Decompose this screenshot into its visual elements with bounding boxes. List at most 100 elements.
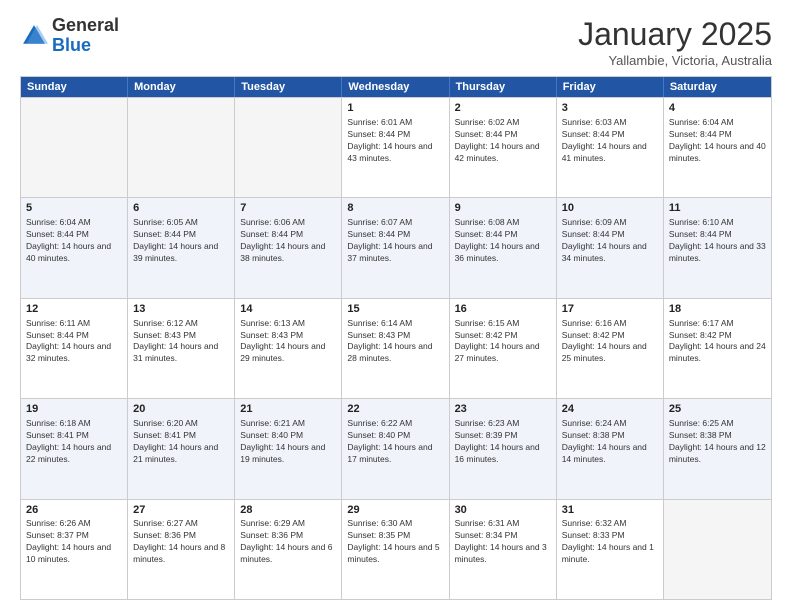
calendar-cell: 16Sunrise: 6:15 AMSunset: 8:42 PMDayligh… bbox=[450, 299, 557, 398]
cell-details: Sunrise: 6:14 AMSunset: 8:43 PMDaylight:… bbox=[347, 318, 443, 366]
calendar-row: 12Sunrise: 6:11 AMSunset: 8:44 PMDayligh… bbox=[21, 298, 771, 398]
cell-details: Sunrise: 6:04 AMSunset: 8:44 PMDaylight:… bbox=[26, 217, 122, 265]
calendar-cell: 23Sunrise: 6:23 AMSunset: 8:39 PMDayligh… bbox=[450, 399, 557, 498]
day-number: 24 bbox=[562, 402, 658, 417]
day-number: 8 bbox=[347, 201, 443, 216]
day-number: 31 bbox=[562, 503, 658, 518]
cell-details: Sunrise: 6:13 AMSunset: 8:43 PMDaylight:… bbox=[240, 318, 336, 366]
calendar-cell: 5Sunrise: 6:04 AMSunset: 8:44 PMDaylight… bbox=[21, 198, 128, 297]
day-number: 26 bbox=[26, 503, 122, 518]
weekday-header: Sunday bbox=[21, 77, 128, 97]
day-number: 13 bbox=[133, 302, 229, 317]
location-subtitle: Yallambie, Victoria, Australia bbox=[578, 53, 772, 68]
calendar-cell bbox=[235, 98, 342, 197]
calendar-cell: 17Sunrise: 6:16 AMSunset: 8:42 PMDayligh… bbox=[557, 299, 664, 398]
day-number: 14 bbox=[240, 302, 336, 317]
day-number: 6 bbox=[133, 201, 229, 216]
day-number: 19 bbox=[26, 402, 122, 417]
calendar-body: 1Sunrise: 6:01 AMSunset: 8:44 PMDaylight… bbox=[21, 97, 771, 599]
calendar-cell: 3Sunrise: 6:03 AMSunset: 8:44 PMDaylight… bbox=[557, 98, 664, 197]
day-number: 21 bbox=[240, 402, 336, 417]
cell-details: Sunrise: 6:30 AMSunset: 8:35 PMDaylight:… bbox=[347, 518, 443, 566]
day-number: 11 bbox=[669, 201, 766, 216]
day-number: 15 bbox=[347, 302, 443, 317]
day-number: 18 bbox=[669, 302, 766, 317]
weekday-header: Tuesday bbox=[235, 77, 342, 97]
calendar-row: 5Sunrise: 6:04 AMSunset: 8:44 PMDaylight… bbox=[21, 197, 771, 297]
calendar-cell: 26Sunrise: 6:26 AMSunset: 8:37 PMDayligh… bbox=[21, 500, 128, 599]
calendar: SundayMondayTuesdayWednesdayThursdayFrid… bbox=[20, 76, 772, 600]
logo: General Blue bbox=[20, 16, 119, 56]
calendar-cell: 20Sunrise: 6:20 AMSunset: 8:41 PMDayligh… bbox=[128, 399, 235, 498]
calendar-cell: 25Sunrise: 6:25 AMSunset: 8:38 PMDayligh… bbox=[664, 399, 771, 498]
logo-general: General bbox=[52, 15, 119, 35]
calendar-cell: 30Sunrise: 6:31 AMSunset: 8:34 PMDayligh… bbox=[450, 500, 557, 599]
day-number: 22 bbox=[347, 402, 443, 417]
weekday-header: Thursday bbox=[450, 77, 557, 97]
day-number: 10 bbox=[562, 201, 658, 216]
logo-icon bbox=[20, 22, 48, 50]
day-number: 27 bbox=[133, 503, 229, 518]
cell-details: Sunrise: 6:12 AMSunset: 8:43 PMDaylight:… bbox=[133, 318, 229, 366]
title-block: January 2025 Yallambie, Victoria, Austra… bbox=[578, 16, 772, 68]
calendar-cell: 10Sunrise: 6:09 AMSunset: 8:44 PMDayligh… bbox=[557, 198, 664, 297]
day-number: 23 bbox=[455, 402, 551, 417]
day-number: 2 bbox=[455, 101, 551, 116]
cell-details: Sunrise: 6:03 AMSunset: 8:44 PMDaylight:… bbox=[562, 117, 658, 165]
logo-blue: Blue bbox=[52, 35, 91, 55]
header: General Blue January 2025 Yallambie, Vic… bbox=[20, 16, 772, 68]
day-number: 5 bbox=[26, 201, 122, 216]
day-number: 29 bbox=[347, 503, 443, 518]
cell-details: Sunrise: 6:25 AMSunset: 8:38 PMDaylight:… bbox=[669, 418, 766, 466]
calendar-cell: 21Sunrise: 6:21 AMSunset: 8:40 PMDayligh… bbox=[235, 399, 342, 498]
day-number: 3 bbox=[562, 101, 658, 116]
cell-details: Sunrise: 6:31 AMSunset: 8:34 PMDaylight:… bbox=[455, 518, 551, 566]
cell-details: Sunrise: 6:24 AMSunset: 8:38 PMDaylight:… bbox=[562, 418, 658, 466]
day-number: 28 bbox=[240, 503, 336, 518]
day-number: 16 bbox=[455, 302, 551, 317]
cell-details: Sunrise: 6:05 AMSunset: 8:44 PMDaylight:… bbox=[133, 217, 229, 265]
cell-details: Sunrise: 6:09 AMSunset: 8:44 PMDaylight:… bbox=[562, 217, 658, 265]
cell-details: Sunrise: 6:08 AMSunset: 8:44 PMDaylight:… bbox=[455, 217, 551, 265]
cell-details: Sunrise: 6:10 AMSunset: 8:44 PMDaylight:… bbox=[669, 217, 766, 265]
calendar-cell: 28Sunrise: 6:29 AMSunset: 8:36 PMDayligh… bbox=[235, 500, 342, 599]
calendar-cell: 9Sunrise: 6:08 AMSunset: 8:44 PMDaylight… bbox=[450, 198, 557, 297]
calendar-cell bbox=[664, 500, 771, 599]
day-number: 1 bbox=[347, 101, 443, 116]
calendar-cell: 15Sunrise: 6:14 AMSunset: 8:43 PMDayligh… bbox=[342, 299, 449, 398]
calendar-cell: 7Sunrise: 6:06 AMSunset: 8:44 PMDaylight… bbox=[235, 198, 342, 297]
calendar-cell: 27Sunrise: 6:27 AMSunset: 8:36 PMDayligh… bbox=[128, 500, 235, 599]
day-number: 20 bbox=[133, 402, 229, 417]
calendar-cell: 31Sunrise: 6:32 AMSunset: 8:33 PMDayligh… bbox=[557, 500, 664, 599]
cell-details: Sunrise: 6:02 AMSunset: 8:44 PMDaylight:… bbox=[455, 117, 551, 165]
cell-details: Sunrise: 6:23 AMSunset: 8:39 PMDaylight:… bbox=[455, 418, 551, 466]
calendar-cell: 29Sunrise: 6:30 AMSunset: 8:35 PMDayligh… bbox=[342, 500, 449, 599]
cell-details: Sunrise: 6:07 AMSunset: 8:44 PMDaylight:… bbox=[347, 217, 443, 265]
month-title: January 2025 bbox=[578, 16, 772, 53]
cell-details: Sunrise: 6:01 AMSunset: 8:44 PMDaylight:… bbox=[347, 117, 443, 165]
cell-details: Sunrise: 6:11 AMSunset: 8:44 PMDaylight:… bbox=[26, 318, 122, 366]
cell-details: Sunrise: 6:22 AMSunset: 8:40 PMDaylight:… bbox=[347, 418, 443, 466]
logo-text: General Blue bbox=[52, 16, 119, 56]
day-number: 25 bbox=[669, 402, 766, 417]
calendar-cell bbox=[21, 98, 128, 197]
day-number: 9 bbox=[455, 201, 551, 216]
calendar-header: SundayMondayTuesdayWednesdayThursdayFrid… bbox=[21, 77, 771, 97]
weekday-header: Wednesday bbox=[342, 77, 449, 97]
calendar-cell: 14Sunrise: 6:13 AMSunset: 8:43 PMDayligh… bbox=[235, 299, 342, 398]
calendar-row: 19Sunrise: 6:18 AMSunset: 8:41 PMDayligh… bbox=[21, 398, 771, 498]
cell-details: Sunrise: 6:32 AMSunset: 8:33 PMDaylight:… bbox=[562, 518, 658, 566]
calendar-cell: 11Sunrise: 6:10 AMSunset: 8:44 PMDayligh… bbox=[664, 198, 771, 297]
cell-details: Sunrise: 6:26 AMSunset: 8:37 PMDaylight:… bbox=[26, 518, 122, 566]
day-number: 4 bbox=[669, 101, 766, 116]
cell-details: Sunrise: 6:06 AMSunset: 8:44 PMDaylight:… bbox=[240, 217, 336, 265]
calendar-row: 1Sunrise: 6:01 AMSunset: 8:44 PMDaylight… bbox=[21, 97, 771, 197]
cell-details: Sunrise: 6:15 AMSunset: 8:42 PMDaylight:… bbox=[455, 318, 551, 366]
cell-details: Sunrise: 6:18 AMSunset: 8:41 PMDaylight:… bbox=[26, 418, 122, 466]
day-number: 30 bbox=[455, 503, 551, 518]
cell-details: Sunrise: 6:20 AMSunset: 8:41 PMDaylight:… bbox=[133, 418, 229, 466]
cell-details: Sunrise: 6:21 AMSunset: 8:40 PMDaylight:… bbox=[240, 418, 336, 466]
day-number: 17 bbox=[562, 302, 658, 317]
cell-details: Sunrise: 6:27 AMSunset: 8:36 PMDaylight:… bbox=[133, 518, 229, 566]
calendar-row: 26Sunrise: 6:26 AMSunset: 8:37 PMDayligh… bbox=[21, 499, 771, 599]
